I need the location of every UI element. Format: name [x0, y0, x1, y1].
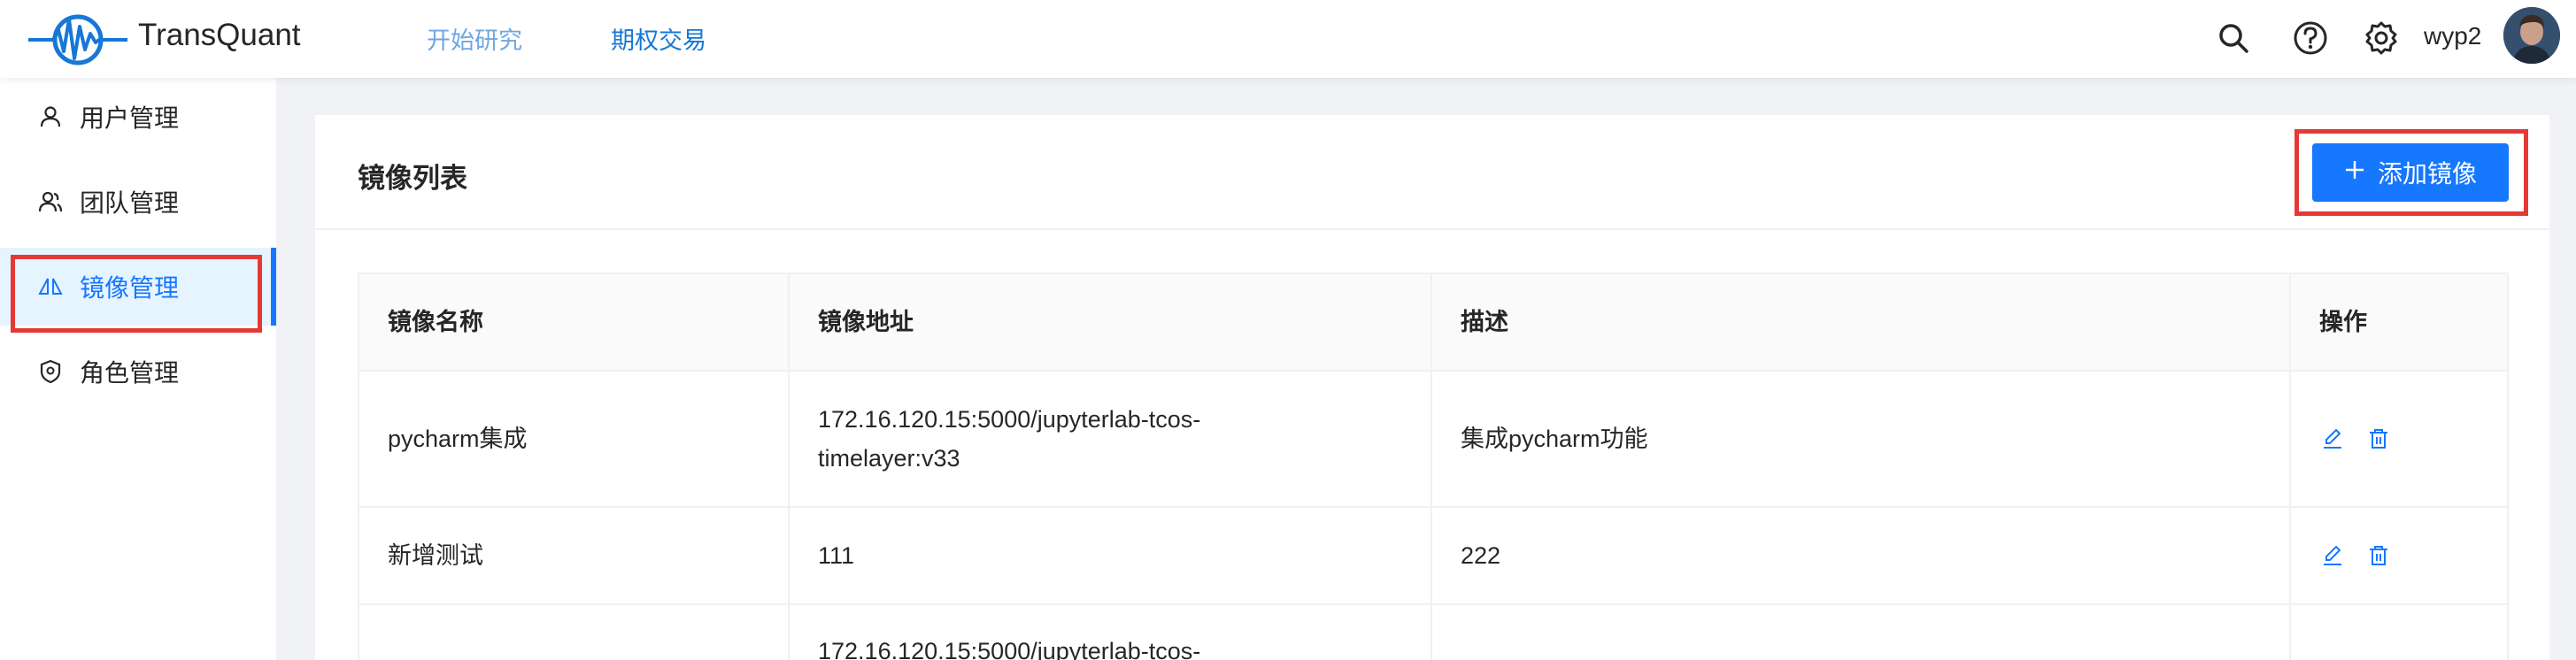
column-header-address: 镜像地址 [788, 272, 1432, 372]
cell-description [1431, 603, 2291, 660]
divider [315, 228, 2549, 230]
cell-actions [2289, 603, 2509, 660]
sidebar-item-label: 角色管理 [80, 359, 180, 387]
nav-start-research[interactable]: 开始研究 [427, 21, 522, 56]
nav-options-trading[interactable]: 期权交易 [611, 21, 706, 56]
delete-icon[interactable] [2365, 426, 2392, 452]
user-icon [37, 104, 64, 130]
edit-icon[interactable] [2319, 542, 2346, 569]
sidebar-item-team-management[interactable]: 团队管理 [0, 163, 276, 241]
image-table: 镜像名称 镜像地址 描述 操作 pycharm集成 172.16.120.15:… [358, 272, 2509, 660]
sidebar: 用户管理 团队管理 镜像管理 角色管理 [0, 78, 276, 660]
app-title: TransQuant [138, 18, 301, 52]
column-header-actions: 操作 [2289, 272, 2509, 372]
role-shield-icon [37, 358, 64, 385]
address-line: 172.16.120.15:5000/jupyterlab-tcos- [818, 638, 1201, 660]
table-row: pycharm集成 172.16.120.15:5000/jupyterlab-… [358, 370, 2509, 508]
transquant-logo[interactable] [27, 7, 129, 73]
cell-description: 222 [1431, 506, 2291, 605]
cell-actions [2289, 370, 2509, 508]
address-line: 111 [818, 542, 855, 569]
active-indicator [271, 248, 276, 326]
cell-actions [2289, 506, 2509, 605]
cell-address: 111 [788, 506, 1432, 605]
highlight-box-add-button [2294, 129, 2528, 216]
search-icon[interactable] [2211, 16, 2256, 60]
username[interactable]: wyp2 [2424, 22, 2481, 50]
sidebar-item-user-management[interactable]: 用户管理 [0, 78, 276, 156]
cell-description: 集成pycharm功能 [1431, 370, 2291, 508]
delete-icon[interactable] [2365, 542, 2392, 569]
cell-name: 新增测试 [358, 506, 790, 605]
address-line: timelayer:v33 [818, 445, 960, 472]
address-line: 172.16.120.15:5000/jupyterlab-tcos- [818, 406, 1201, 433]
gear-icon[interactable] [2359, 16, 2403, 60]
team-icon [37, 188, 64, 215]
edit-icon[interactable] [2319, 426, 2346, 452]
cell-name [358, 603, 790, 660]
avatar[interactable] [2503, 7, 2560, 64]
help-icon[interactable] [2288, 16, 2333, 60]
cell-address: 172.16.120.15:5000/jupyterlab-tcos- time… [788, 370, 1432, 508]
sidebar-item-label: 团队管理 [80, 189, 180, 217]
highlight-box-sidebar [11, 255, 262, 333]
sidebar-item-role-management[interactable]: 角色管理 [0, 333, 276, 411]
column-header-description: 描述 [1431, 272, 2291, 372]
top-bar: TransQuant 开始研究 期权交易 wyp2 [0, 0, 2576, 78]
cell-name: pycharm集成 [358, 370, 790, 508]
cell-address: 172.16.120.15:5000/jupyterlab-tcos- [788, 603, 1432, 660]
table-row: 172.16.120.15:5000/jupyterlab-tcos- [358, 603, 2509, 660]
sidebar-item-label: 用户管理 [80, 104, 180, 132]
page-title: 镜像列表 [358, 163, 467, 194]
image-list-panel: 镜像列表 添加镜像 镜像名称 镜像地址 描述 操作 pycharm集成 172.… [315, 115, 2549, 660]
table-header-row: 镜像名称 镜像地址 描述 操作 [358, 272, 2509, 372]
table-row: 新增测试 111 222 [358, 506, 2509, 605]
column-header-name: 镜像名称 [358, 272, 790, 372]
